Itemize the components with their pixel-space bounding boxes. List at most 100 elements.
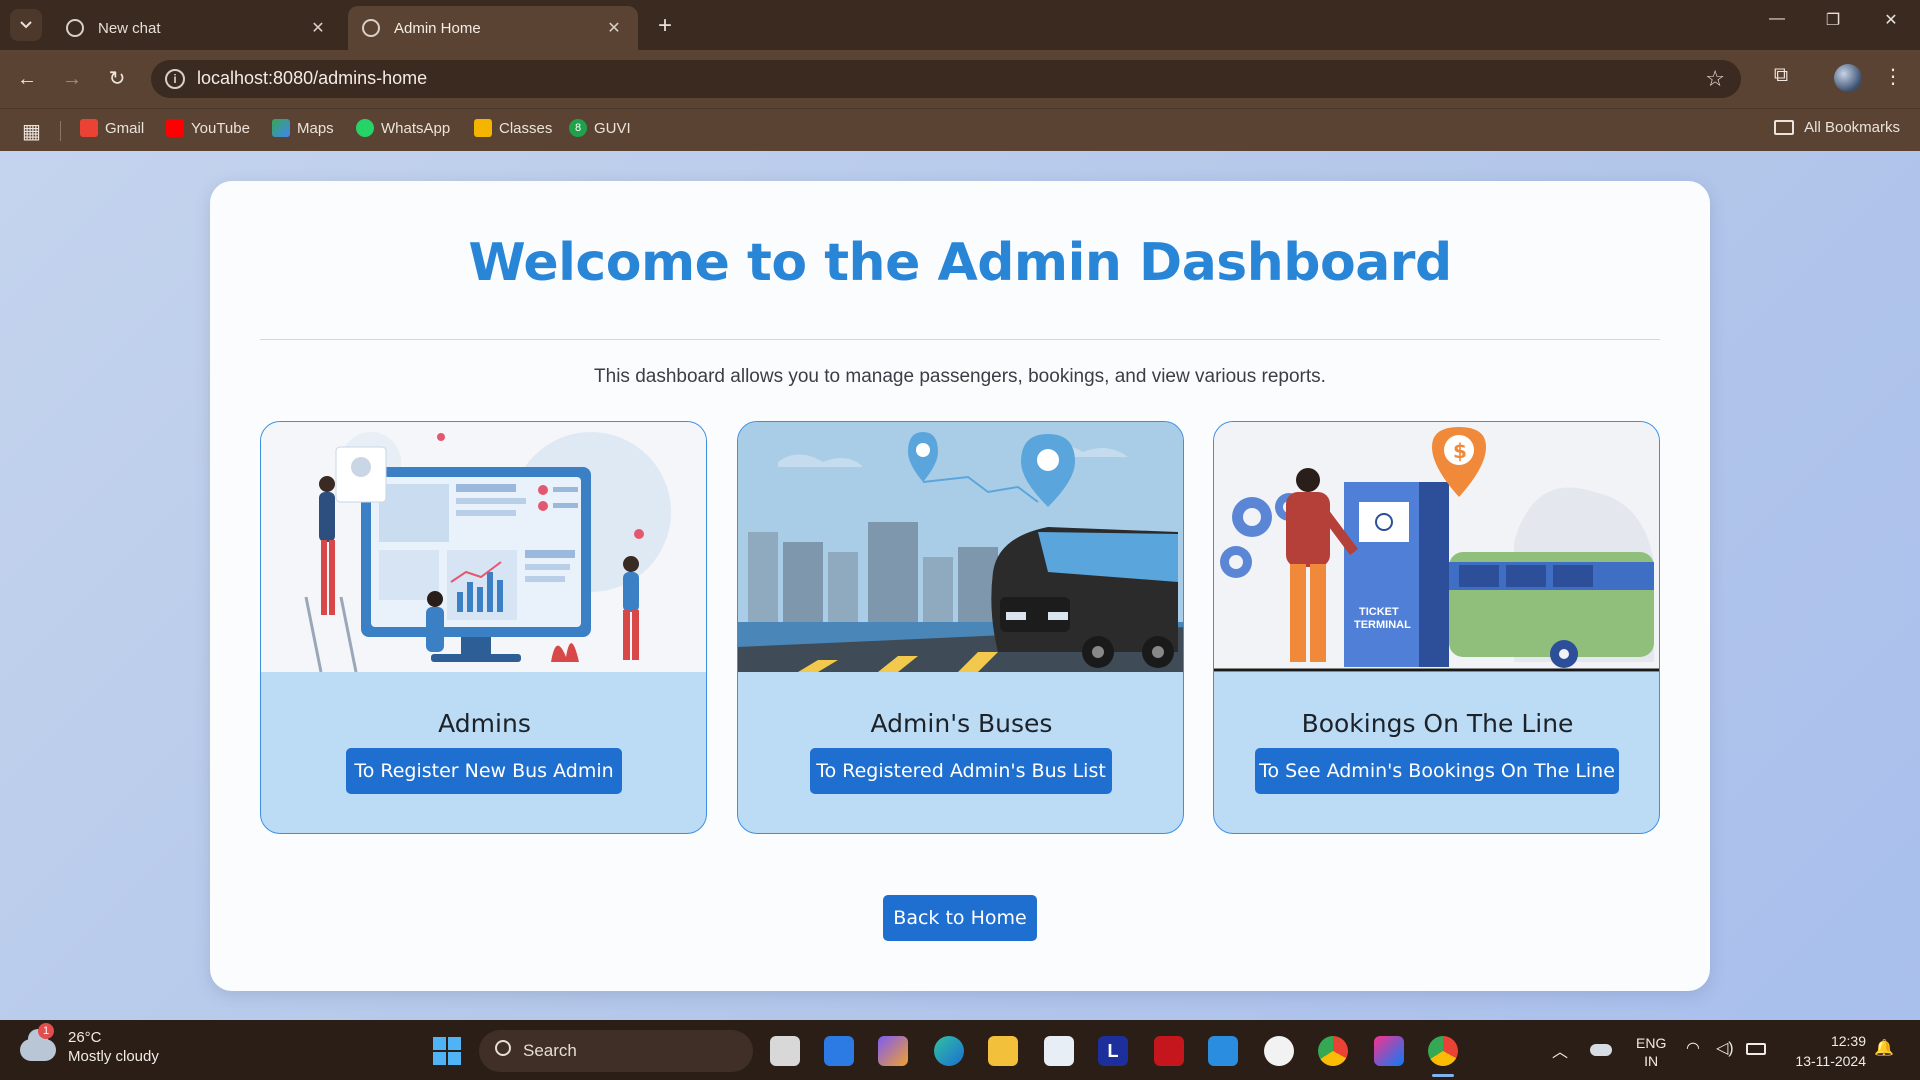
battery-icon[interactable] — [1746, 1043, 1766, 1055]
openai-icon — [66, 19, 84, 37]
windows-taskbar: 1 26°C Mostly cloudy Search L ︿ ENG IN ◠… — [0, 1020, 1920, 1080]
tab-admin-home[interactable]: Admin Home ✕ — [348, 6, 638, 50]
card-title: Bookings On The Line — [1301, 709, 1574, 738]
register-admin-button[interactable]: To Register New Bus Admin — [346, 748, 622, 794]
intellij-icon[interactable] — [1374, 1036, 1404, 1066]
all-bookmarks-label: All Bookmarks — [1804, 119, 1900, 136]
search-label: Search — [523, 1041, 577, 1060]
reload-icon[interactable]: ↻ — [102, 64, 132, 94]
card-title: Admins — [438, 709, 531, 738]
chrome-icon[interactable] — [1318, 1036, 1348, 1066]
dashboard-card: Welcome to the Admin Dashboard This dash… — [210, 181, 1710, 991]
volume-icon[interactable]: ◁) — [1716, 1038, 1734, 1058]
ai-app-icon[interactable] — [824, 1036, 854, 1066]
svg-text:$: $ — [1453, 439, 1467, 463]
bookmark-maps[interactable]: Maps — [272, 119, 334, 137]
weather-temp: 26°C — [68, 1029, 102, 1046]
tab-new-chat[interactable]: New chat ✕ — [52, 6, 342, 50]
show-hidden-icons-chevron[interactable]: ︿ — [1552, 1038, 1568, 1062]
bookings-card: TICKET TERMINAL $ Bookings On The Line T… — [1213, 421, 1660, 834]
bookmark-star-icon[interactable]: ☆ — [1705, 66, 1725, 92]
notification-badge: 1 — [38, 1023, 54, 1039]
gmail-icon — [80, 119, 98, 137]
admin-dashboard-illustration — [261, 422, 706, 672]
edge-icon[interactable] — [934, 1036, 964, 1066]
admins-buses-card: Admin's Buses To Registered Admin's Bus … — [737, 421, 1184, 834]
more-menu-icon[interactable]: ⋮ — [1878, 64, 1908, 89]
bookmark-whatsapp[interactable]: WhatsApp — [356, 119, 450, 137]
window-close-button[interactable]: ✕ — [1876, 10, 1906, 30]
extensions-icon[interactable]: ⧉ — [1766, 64, 1796, 87]
close-icon[interactable]: ✕ — [308, 18, 328, 38]
url-text[interactable]: localhost:8080/admins-home — [197, 68, 427, 89]
wifi-icon[interactable]: ◠ — [1686, 1038, 1700, 1058]
bookmark-label: GUVI — [594, 119, 631, 137]
back-arrow-icon[interactable]: ← — [12, 64, 42, 94]
terminal-label-line1: TICKET — [1359, 606, 1399, 618]
folder-icon — [1774, 120, 1795, 135]
onedrive-icon[interactable] — [1590, 1044, 1612, 1056]
bookmark-label: Gmail — [105, 119, 145, 137]
clock-date: 13-11-2024 — [1795, 1053, 1866, 1069]
bus-city-illustration — [738, 422, 1183, 672]
close-icon[interactable]: ✕ — [604, 18, 624, 38]
apps-grid-icon[interactable]: ▦ — [22, 119, 41, 144]
address-bar[interactable]: i localhost:8080/admins-home ☆ — [151, 60, 1741, 98]
windows-start-icon[interactable] — [433, 1037, 461, 1065]
bookmark-label: Classes — [499, 119, 553, 137]
all-bookmarks[interactable]: All Bookmarks — [1774, 119, 1900, 136]
new-tab-button[interactable]: + — [652, 12, 678, 40]
bookings-button[interactable]: To See Admin's Bookings On The Line — [1255, 748, 1619, 794]
microsoft-store-icon[interactable] — [1044, 1036, 1074, 1066]
chevron-down-icon — [20, 21, 32, 29]
ticket-terminal-illustration: TICKET TERMINAL $ — [1214, 422, 1659, 672]
divider — [260, 339, 1660, 340]
bookmark-separator — [60, 121, 61, 141]
search-icon — [495, 1040, 511, 1056]
vscode-icon[interactable] — [1208, 1036, 1238, 1066]
restore-button[interactable]: ❐ — [1818, 10, 1848, 30]
bus-list-button[interactable]: To Registered Admin's Bus List — [810, 748, 1112, 794]
site-info-icon[interactable]: i — [165, 69, 185, 89]
globe-icon — [362, 19, 380, 37]
weather-desc: Mostly cloudy — [68, 1048, 159, 1065]
task-view-icon[interactable] — [770, 1036, 800, 1066]
page-title: Welcome to the Admin Dashboard — [468, 233, 1452, 293]
taskbar-search[interactable]: Search — [479, 1030, 753, 1072]
bookmark-guvi[interactable]: 8 GUVI — [569, 119, 631, 137]
page-description: This dashboard allows you to manage pass… — [594, 366, 1326, 387]
region-code: IN — [1644, 1053, 1659, 1069]
active-app-indicator — [1432, 1074, 1454, 1077]
chrome-profile-icon[interactable] — [1428, 1036, 1458, 1066]
language-indicator[interactable]: ENG IN — [1636, 1034, 1666, 1070]
mongodb-compass-icon[interactable] — [1264, 1036, 1294, 1066]
whatsapp-icon — [356, 119, 374, 137]
browser-tab-strip: New chat ✕ Admin Home ✕ + — ❐ ✕ — [0, 0, 1920, 50]
lang-code: ENG — [1636, 1035, 1667, 1051]
l-app-icon[interactable]: L — [1098, 1036, 1128, 1066]
profile-avatar[interactable] — [1834, 64, 1862, 92]
tab-search-button[interactable] — [10, 9, 42, 41]
back-to-home-button[interactable]: Back to Home — [883, 895, 1037, 941]
bookmark-youtube[interactable]: YouTube — [166, 119, 250, 137]
file-explorer-icon[interactable] — [988, 1036, 1018, 1066]
tab-title: New chat — [98, 19, 161, 37]
copilot-icon[interactable] — [878, 1036, 908, 1066]
weather-widget[interactable]: 1 26°C Mostly cloudy — [20, 1023, 159, 1066]
forward-arrow-icon[interactable]: → — [57, 64, 87, 94]
terminal-label-line2: TERMINAL — [1354, 619, 1411, 631]
browser-toolbar: ← → ↻ i localhost:8080/admins-home ☆ ⧉ ⋮ — [0, 50, 1920, 108]
youtube-icon — [166, 119, 184, 137]
bookmark-label: Maps — [297, 119, 334, 137]
bookmarks-bar: ▦ Gmail YouTube Maps WhatsApp Classes 8 … — [0, 108, 1920, 151]
bookmark-classes[interactable]: Classes — [474, 119, 552, 137]
admins-card: Admins To Register New Bus Admin — [260, 421, 707, 834]
mcafee-icon[interactable] — [1154, 1036, 1184, 1066]
guvi-icon: 8 — [569, 119, 587, 137]
bookmark-gmail[interactable]: Gmail — [80, 119, 144, 137]
page-viewport: Welcome to the Admin Dashboard This dash… — [0, 151, 1920, 1020]
system-clock[interactable]: 12:39 13-11-2024 — [1786, 1031, 1866, 1071]
minimize-button[interactable]: — — [1762, 10, 1792, 28]
notification-bell-icon[interactable]: 🔔 — [1874, 1038, 1894, 1058]
bookmark-label: WhatsApp — [381, 119, 451, 137]
